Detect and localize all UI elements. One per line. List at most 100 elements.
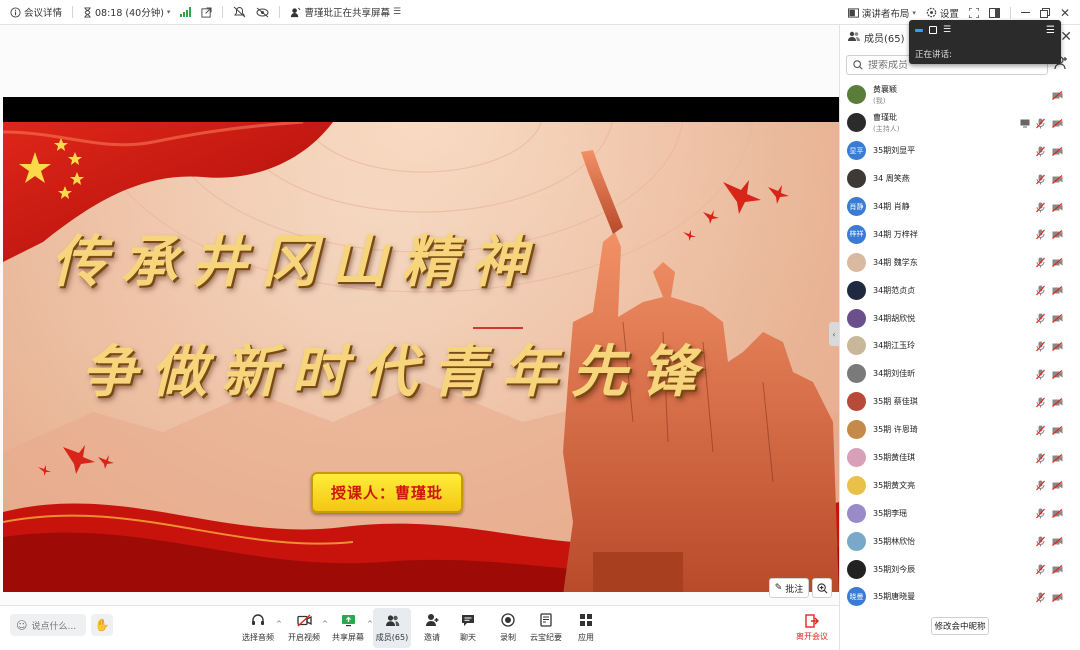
member-row[interactable]: 35期 蔡佳琪 bbox=[840, 388, 1080, 416]
collapse-panel-handle[interactable]: ‹ bbox=[829, 322, 839, 346]
list-view-icon[interactable]: ☰ bbox=[943, 26, 951, 35]
mic-muted-icon[interactable] bbox=[1036, 480, 1045, 494]
member-row[interactable]: 梓祥 34期 万梓祥 bbox=[840, 220, 1080, 248]
fullscreen-button[interactable] bbox=[968, 7, 979, 18]
signal-indicator[interactable] bbox=[180, 7, 192, 17]
window-icon[interactable] bbox=[929, 26, 937, 34]
video-off-icon[interactable] bbox=[1052, 146, 1063, 159]
toolbar-apps-button[interactable]: 应用 bbox=[566, 608, 606, 648]
member-row[interactable]: 34 周笑燕 bbox=[840, 165, 1080, 193]
member-row[interactable]: 35期黄佳琪 bbox=[840, 444, 1080, 472]
member-row[interactable]: 曹瑾玭 (主持人) bbox=[840, 109, 1080, 137]
avatar: 晓曼 bbox=[847, 587, 866, 607]
member-row[interactable]: 35期 许恩琦 bbox=[840, 416, 1080, 444]
member-row[interactable]: 35期林欣怡 bbox=[840, 527, 1080, 555]
member-row[interactable]: 35期刘今辰 bbox=[840, 555, 1080, 583]
chevron-up-icon[interactable]: ^ bbox=[322, 620, 328, 628]
mute-notify-button[interactable] bbox=[233, 6, 246, 18]
avatar bbox=[847, 308, 866, 328]
member-row[interactable]: 肖静 34期 肖静 bbox=[840, 193, 1080, 221]
settings-button[interactable]: 设置 bbox=[926, 6, 959, 20]
mic-muted-icon[interactable] bbox=[1036, 202, 1045, 216]
toolbar-notes-button[interactable]: 云宝纪要 bbox=[526, 608, 566, 648]
mic-muted-icon[interactable] bbox=[1036, 341, 1045, 355]
member-row[interactable]: 34期 魏学东 bbox=[840, 248, 1080, 276]
timer[interactable]: 08:18 (40分钟) ▾ bbox=[83, 5, 170, 19]
video-off-icon[interactable] bbox=[1052, 257, 1063, 270]
zoom-in-icon bbox=[816, 582, 827, 593]
mic-muted-icon[interactable] bbox=[1036, 146, 1045, 160]
toolbar-record-button[interactable]: 录制 bbox=[488, 608, 528, 648]
video-off-icon[interactable] bbox=[1052, 397, 1063, 410]
quick-message-box[interactable]: ☺ 说点什么... bbox=[10, 614, 86, 636]
toolbar-invite-button[interactable]: 邀请 bbox=[412, 608, 452, 648]
member-row[interactable]: 显平 35期刘显平 bbox=[840, 137, 1080, 165]
mic-muted-icon[interactable] bbox=[1036, 313, 1045, 327]
leave-meeting-button[interactable]: 离开会议 bbox=[790, 608, 834, 648]
mic-muted-icon[interactable] bbox=[1036, 229, 1045, 243]
toolbar-headset-button[interactable]: 选择音频 bbox=[238, 608, 278, 648]
mic-muted-icon[interactable] bbox=[1036, 257, 1045, 271]
toolbar-members-button[interactable]: 成员(65) bbox=[373, 608, 411, 648]
restore-button[interactable] bbox=[1039, 7, 1050, 18]
member-row[interactable]: 黄襄颖 (我) bbox=[840, 81, 1080, 109]
member-row[interactable]: 晓曼 35期唐晓曼 bbox=[840, 583, 1080, 611]
toolbar-chat-button[interactable]: 聊天 bbox=[448, 608, 488, 648]
video-off-icon[interactable] bbox=[1052, 229, 1063, 242]
video-off-icon[interactable] bbox=[1052, 202, 1063, 215]
mic-muted-icon[interactable] bbox=[1036, 508, 1045, 522]
video-off-icon[interactable] bbox=[1052, 536, 1063, 549]
zoom-button[interactable] bbox=[812, 578, 832, 598]
member-name: 34期江玉玲 bbox=[873, 341, 916, 351]
mic-muted-icon[interactable] bbox=[1036, 369, 1045, 383]
chevron-down-icon: ▾ bbox=[912, 8, 916, 17]
video-off-icon[interactable] bbox=[1052, 369, 1063, 382]
video-off-icon[interactable] bbox=[1052, 341, 1063, 354]
mic-muted-icon[interactable] bbox=[1036, 118, 1045, 132]
speaker-overlay[interactable]: ☰ ☰ 正在讲话: bbox=[909, 20, 1061, 64]
mic-muted-icon[interactable] bbox=[1036, 174, 1045, 188]
mic-muted-icon[interactable] bbox=[1036, 453, 1045, 467]
minimize-button[interactable] bbox=[1020, 12, 1030, 13]
member-row[interactable]: 34期胡欣悦 bbox=[840, 304, 1080, 332]
chevron-up-icon[interactable]: ^ bbox=[276, 620, 282, 628]
mic-muted-icon[interactable] bbox=[1036, 285, 1045, 299]
video-off-icon[interactable] bbox=[1052, 425, 1063, 438]
video-off-icon[interactable] bbox=[1052, 174, 1063, 187]
rename-button[interactable]: 修改会中昵称 bbox=[931, 617, 989, 635]
video-off-icon[interactable] bbox=[1052, 313, 1063, 326]
annotate-button[interactable]: ✎ 批注 bbox=[769, 578, 809, 598]
layout-button[interactable]: 演讲者布局 ▾ bbox=[847, 6, 916, 20]
member-row[interactable]: 35期李瑶 bbox=[840, 499, 1080, 527]
sidebar-toggle-button[interactable] bbox=[988, 7, 1000, 18]
video-off-icon[interactable] bbox=[1052, 90, 1063, 103]
close-panel-button[interactable]: ✕ bbox=[1060, 29, 1072, 45]
video-off-icon[interactable] bbox=[1052, 564, 1063, 577]
mic-muted-icon[interactable] bbox=[1036, 425, 1045, 439]
more-menu-icon[interactable]: ☰ bbox=[1046, 25, 1055, 36]
raise-hand-button[interactable]: ✋ bbox=[91, 614, 113, 636]
video-off-icon[interactable] bbox=[1052, 508, 1063, 521]
mic-muted-icon[interactable] bbox=[1036, 536, 1045, 550]
chevron-up-icon[interactable]: ^ bbox=[367, 620, 373, 628]
hide-button[interactable] bbox=[256, 7, 269, 18]
toolbar-share-screen-button[interactable]: 共享屏幕 bbox=[328, 608, 368, 648]
mic-muted-icon[interactable] bbox=[1036, 397, 1045, 411]
member-row[interactable]: 34期范贞贞 bbox=[840, 276, 1080, 304]
open-external-button[interactable] bbox=[201, 6, 212, 18]
video-off-icon[interactable] bbox=[1052, 480, 1063, 493]
member-row[interactable]: 34期刘佳昕 bbox=[840, 360, 1080, 388]
video-off-icon[interactable] bbox=[1052, 285, 1063, 298]
member-row[interactable]: 34期江玉玲 bbox=[840, 332, 1080, 360]
minimize-icon[interactable] bbox=[915, 28, 923, 32]
mic-muted-icon[interactable] bbox=[1036, 564, 1045, 578]
close-window-button[interactable]: ✕ bbox=[1060, 6, 1070, 20]
video-off-icon[interactable] bbox=[1052, 118, 1063, 131]
video-off-icon[interactable] bbox=[1052, 453, 1063, 466]
meeting-info-button[interactable]: 会议详情 bbox=[10, 5, 62, 19]
sharing-status[interactable]: 曹瑾玭正在共享屏幕 ☰ bbox=[290, 5, 401, 19]
mic-muted-icon[interactable] bbox=[1036, 592, 1045, 606]
member-row[interactable]: 35期黄文亮 bbox=[840, 471, 1080, 499]
video-off-icon[interactable] bbox=[1052, 592, 1063, 605]
toolbar-video-off-button[interactable]: 开启视频 bbox=[284, 608, 324, 648]
